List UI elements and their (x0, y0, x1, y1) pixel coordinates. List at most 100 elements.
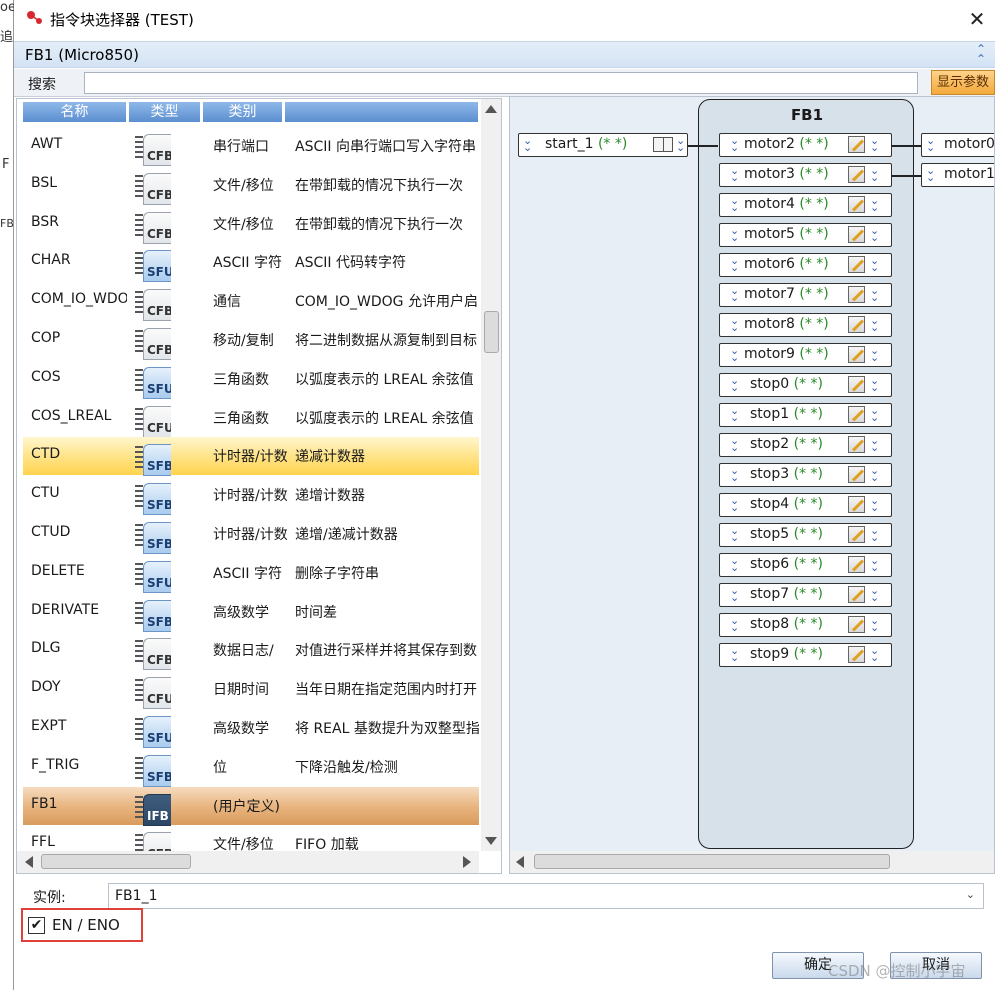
show-params-button[interactable]: 显示参数 (931, 70, 995, 95)
close-icon: ✕ (968, 7, 986, 31)
row-category: 数据日志/ (213, 643, 274, 660)
block-pin-stop6[interactable]: ⌄ ⌄ stop6 (* *) ⌄ ⌄ (719, 553, 892, 577)
edit-variable-icon[interactable] (848, 256, 865, 273)
double-chevron-down-icon: ⌄ ⌄ (730, 614, 740, 634)
edit-variable-icon[interactable] (848, 346, 865, 363)
block-pin-stop0[interactable]: ⌄ ⌄ stop0 (* *) ⌄ ⌄ (719, 373, 892, 397)
pin-name: stop7 (* *) (750, 586, 823, 602)
pin-name: motor0 (944, 136, 995, 152)
list-row-cos[interactable]: COS SFU 三角函数 以弧度表示的 LREAL 余弦值 (23, 360, 479, 399)
block-pin-motor2[interactable]: ⌄ ⌄ motor2 (* *) ⌄ ⌄ (719, 133, 892, 157)
column-header-type[interactable]: 类型 (129, 102, 201, 122)
edit-variable-icon[interactable] (848, 496, 865, 513)
column-header-name[interactable]: 名称 (23, 102, 127, 122)
edit-variable-icon[interactable] (848, 226, 865, 243)
row-description: 下降沿触发/检测 (295, 759, 398, 776)
scrollbar-thumb[interactable] (41, 854, 191, 869)
double-chevron-down-icon: ⌄ ⌄ (870, 464, 880, 484)
list-row-bsl[interactable]: BSL CFB 文件/移位 在带卸载的情况下执行一次 (23, 166, 479, 205)
scroll-left-icon[interactable] (25, 856, 33, 868)
block-pin-motor3[interactable]: ⌄ ⌄ motor3 (* *) ⌄ ⌄ (719, 163, 892, 187)
edit-variable-icon[interactable] (848, 316, 865, 333)
double-chevron-down-icon: ⌄ ⌄ (730, 224, 740, 244)
list-row-ffl[interactable]: FFL CFB 文件/移位 FIFO 加载 (23, 825, 479, 851)
pin-name: stop3 (* *) (750, 466, 823, 482)
block-pin-motor9[interactable]: ⌄ ⌄ motor9 (* *) ⌄ ⌄ (719, 343, 892, 367)
row-description: 递增/递减计数器 (295, 527, 398, 543)
list-row-cos-lreal[interactable]: COS_LREAL CFU 三角函数 以弧度表示的 LREAL 余弦值 (23, 399, 479, 438)
edit-variable-icon[interactable] (848, 586, 865, 603)
block-type-icon: CFB (135, 210, 171, 244)
block-pin-stop9[interactable]: ⌄ ⌄ stop9 (* *) ⌄ ⌄ (719, 643, 892, 667)
instance-select[interactable]: FB1_1 ⌄ (108, 883, 984, 909)
scroll-left-icon[interactable] (516, 856, 524, 868)
block-pin-motor7[interactable]: ⌄ ⌄ motor7 (* *) ⌄ ⌄ (719, 283, 892, 307)
block-pin-stop1[interactable]: ⌄ ⌄ stop1 (* *) ⌄ ⌄ (719, 403, 892, 427)
list-row-fb1[interactable]: FB1 IFB (用户定义) (23, 786, 479, 826)
output-pin-motor1[interactable]: ⌄ ⌄ motor1 (921, 163, 994, 187)
row-category: ASCII 字符 (213, 255, 282, 272)
list-row-bsr[interactable]: BSR CFB 文件/移位 在带卸载的情况下执行一次 (23, 205, 479, 244)
block-pin-motor8[interactable]: ⌄ ⌄ motor8 (* *) ⌄ ⌄ (719, 313, 892, 337)
scroll-up-icon[interactable] (485, 105, 497, 113)
edit-variable-icon[interactable] (848, 166, 865, 183)
instruction-list-panel: 名称 类型 类别 AWT CFB 串行端口 ASCII 向串行端口写入字符串 BSL CF… (16, 98, 502, 874)
input-pin-start[interactable]: ⌄ ⌄ start_1 (* *) ⌄ ⌄ (518, 133, 688, 157)
edit-variable-icon[interactable] (848, 526, 865, 543)
block-pin-stop3[interactable]: ⌄ ⌄ stop3 (* *) ⌄ ⌄ (719, 463, 892, 487)
scroll-down-icon[interactable] (485, 837, 497, 845)
edit-variable-icon[interactable] (848, 286, 865, 303)
double-chevron-down-icon: ⌄ ⌄ (870, 524, 880, 544)
block-pin-motor6[interactable]: ⌄ ⌄ motor6 (* *) ⌄ ⌄ (719, 253, 892, 277)
row-category: 通信 (213, 294, 241, 311)
block-pin-stop8[interactable]: ⌄ ⌄ stop8 (* *) ⌄ ⌄ (719, 613, 892, 637)
edit-variable-icon[interactable] (848, 136, 865, 153)
search-input[interactable] (84, 72, 918, 94)
list-row-com-io-wdog[interactable]: COM_IO_WDOG CFB 通信 COM_IO_WDOG 允许用户启 (23, 282, 479, 322)
block-pin-motor4[interactable]: ⌄ ⌄ motor4 (* *) ⌄ ⌄ (719, 193, 892, 217)
edit-variable-icon[interactable] (848, 616, 865, 633)
row-description: COM_IO_WDOG 允许用户启 (295, 294, 478, 311)
list-row-derivate[interactable]: DERIVATE SFB 高级数学 时间差 (23, 593, 479, 632)
edit-variable-icon[interactable] (848, 436, 865, 453)
diagram-horizontal-scrollbar[interactable] (510, 851, 994, 873)
column-header-category[interactable]: 类别 (203, 102, 283, 122)
edit-variable-icon[interactable] (848, 406, 865, 423)
list-row-char[interactable]: CHAR SFU ASCII 字符 ASCII 代码转字符 (23, 243, 479, 283)
row-category: ASCII 字符 (213, 565, 282, 582)
scrollbar-thumb[interactable] (534, 854, 890, 869)
collapse-button[interactable]: ⌃ ⌃ (972, 43, 990, 65)
edit-variable-icon[interactable] (848, 376, 865, 393)
list-horizontal-scrollbar[interactable] (17, 851, 479, 873)
edit-variable-icon[interactable] (848, 196, 865, 213)
block-pin-stop2[interactable]: ⌄ ⌄ stop2 (* *) ⌄ ⌄ (719, 433, 892, 457)
list-row-ctud[interactable]: CTUD SFB 计时器/计数器递增/递减计数器 (23, 515, 479, 554)
block-pin-stop4[interactable]: ⌄ ⌄ stop4 (* *) ⌄ ⌄ (719, 493, 892, 517)
list-row-ctd[interactable]: CTD SFB 计时器/计数器递减计数器 (23, 437, 479, 477)
list-vertical-scrollbar[interactable] (481, 99, 501, 851)
close-button[interactable]: ✕ (964, 6, 990, 32)
edit-variable-icon[interactable] (848, 466, 865, 483)
scroll-right-icon[interactable] (463, 856, 471, 868)
list-row-delete[interactable]: DELETE SFU ASCII 字符 删除子字符串 (23, 554, 479, 593)
output-pin-motor0[interactable]: ⌄ ⌄ motor0 (921, 133, 995, 157)
list-row-doy[interactable]: DOY CFU 日期时间 当年日期在指定范围内时打开 (23, 670, 479, 710)
list-row-f-trig[interactable]: F_TRIG SFB 位 下降沿触发/检测 (23, 748, 479, 787)
edit-variable-icon[interactable] (848, 556, 865, 573)
edit-variable-icon[interactable] (848, 646, 865, 663)
block-pin-stop5[interactable]: ⌄ ⌄ stop5 (* *) ⌄ ⌄ (719, 523, 892, 547)
list-row-ctu[interactable]: CTU SFB 计时器/计数器递增计数器 (23, 476, 479, 516)
list-row-cop[interactable]: COP CFB 移动/复制 将二进制数据从源复制到目标 (23, 321, 479, 360)
column-header-description[interactable] (285, 102, 479, 122)
block-pin-stop7[interactable]: ⌄ ⌄ stop7 (* *) ⌄ ⌄ (719, 583, 892, 607)
book-icon[interactable] (653, 137, 673, 152)
list-row-awt[interactable]: AWT CFB 串行端口 ASCII 向串行端口写入字符串 (23, 127, 479, 166)
list-row-dlg[interactable]: DLG CFB 数据日志/对值进行采样并将其保存到数 (23, 631, 479, 671)
scrollbar-thumb[interactable] (484, 311, 499, 353)
block-pin-motor5[interactable]: ⌄ ⌄ motor5 (* *) ⌄ ⌄ (719, 223, 892, 247)
list-row-expt[interactable]: EXPT SFU 高级数学 将 REAL 基数提升为双整型指 (23, 709, 479, 748)
en-eno-checkbox[interactable]: ✔ (28, 917, 45, 934)
double-chevron-down-icon: ⌄ ⌄ (870, 554, 880, 574)
row-description: 递增计数器 (295, 488, 365, 505)
block-type-icon: SFB (135, 442, 171, 477)
